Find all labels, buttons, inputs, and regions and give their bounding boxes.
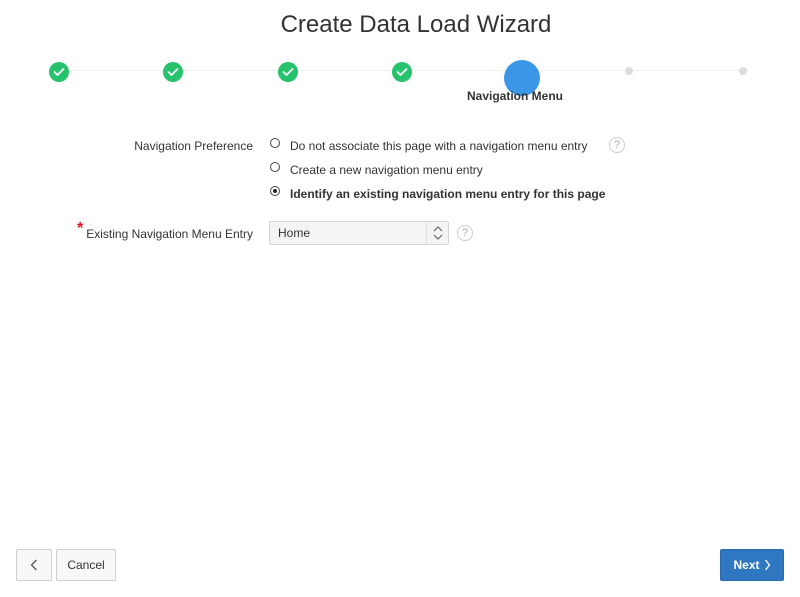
radio-option-label: Do not associate this page with a naviga…	[290, 139, 588, 153]
chevron-right-icon	[764, 559, 770, 571]
step-7-pending	[739, 67, 747, 75]
existing-entry-label: Existing Navigation Menu Entry	[86, 227, 253, 241]
step-1-complete	[49, 62, 69, 82]
next-button-label: Next	[733, 558, 760, 572]
check-icon	[282, 68, 294, 76]
check-icon	[167, 68, 179, 76]
navigation-preference-label: Navigation Preference	[134, 139, 253, 153]
step-6-pending	[625, 67, 633, 75]
radio-option-label: Create a new navigation menu entry	[290, 163, 483, 177]
help-icon[interactable]: ?	[457, 225, 473, 241]
check-icon	[53, 68, 65, 76]
radio-option-label: Identify an existing navigation menu ent…	[290, 187, 606, 201]
back-button[interactable]	[16, 549, 52, 581]
step-4-complete	[392, 62, 412, 82]
chevron-up-down-icon	[433, 226, 443, 240]
next-button[interactable]: Next	[720, 549, 784, 581]
step-3-complete	[278, 62, 298, 82]
select-arrows[interactable]	[426, 222, 448, 244]
step-2-complete	[163, 62, 183, 82]
help-icon[interactable]: ?	[609, 137, 625, 153]
radio-button-selected[interactable]	[270, 186, 280, 196]
check-icon	[396, 68, 408, 76]
select-value: Home	[278, 226, 311, 240]
radio-option-identify-existing[interactable]: Identify an existing navigation menu ent…	[270, 186, 605, 202]
wizard-dialog: Create Data Load Wizard Navigation Menu …	[0, 0, 800, 597]
current-step-label: Navigation Menu	[466, 89, 563, 103]
cancel-button[interactable]: Cancel	[56, 549, 116, 581]
radio-button[interactable]	[270, 138, 280, 148]
existing-entry-select[interactable]: Home	[269, 221, 449, 245]
radio-option-no-association[interactable]: Do not associate this page with a naviga…	[270, 138, 588, 154]
chevron-left-icon	[30, 559, 37, 571]
radio-option-create-new[interactable]: Create a new navigation menu entry	[270, 162, 483, 178]
page-title: Create Data Load Wizard	[280, 11, 552, 38]
radio-button[interactable]	[270, 162, 280, 172]
required-marker: *	[77, 220, 84, 237]
